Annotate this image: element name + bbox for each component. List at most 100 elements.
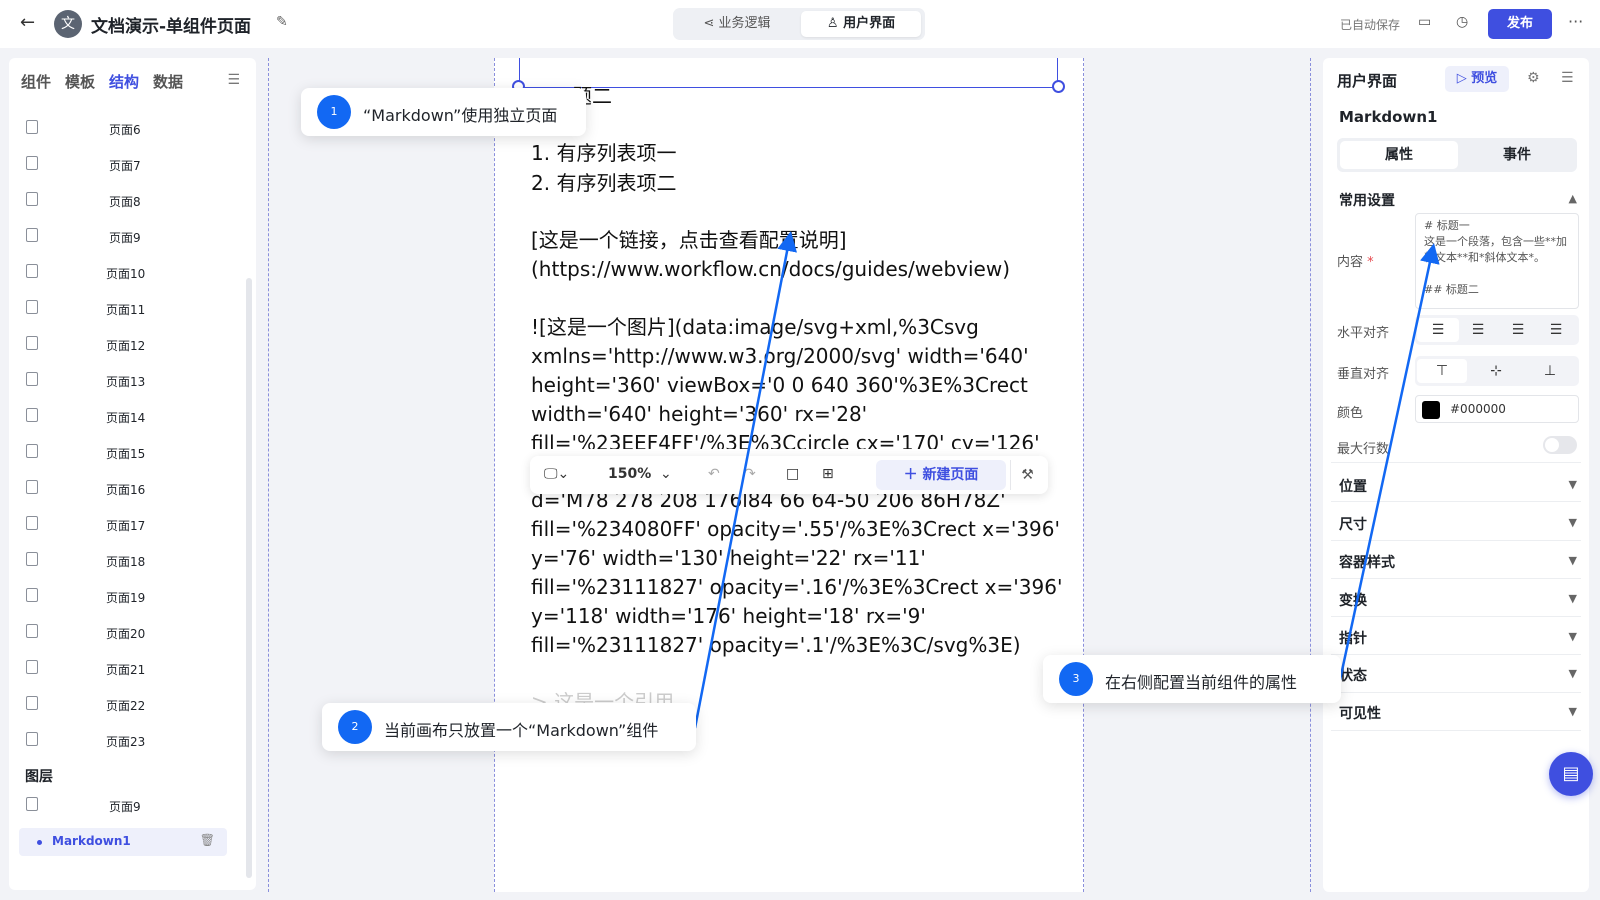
autosave-status: 已自动保存 [1340, 18, 1401, 32]
page-icon [26, 624, 38, 638]
callout-text: 在右侧配置当前组件的属性 [1105, 673, 1298, 692]
section-position[interactable]: 位置 [1339, 476, 1367, 496]
section-common-settings[interactable]: 常用设置 [1339, 190, 1395, 210]
align-right-icon[interactable]: ☰ [1497, 318, 1539, 342]
page-icon [26, 192, 38, 206]
page-list-item[interactable]: 页面6 [9, 114, 246, 144]
frame-icon[interactable]: □ [786, 466, 799, 482]
content-textarea[interactable]: # 标题一 这是一个段落，包含一些**加粗文本**和*斜体文本*。 ## 标题二 [1415, 213, 1579, 309]
redo-icon[interactable]: ↷ [744, 466, 756, 482]
page-list-item[interactable]: 页面9 [9, 222, 246, 252]
page-list-item[interactable]: 页面21 [9, 654, 246, 684]
section-state[interactable]: 状态 [1339, 665, 1367, 685]
publish-button[interactable]: 发布 [1488, 9, 1552, 39]
callout-text: 当前画布只放置一个“Markdown”组件 [384, 721, 659, 740]
divider [1331, 578, 1581, 579]
page-list-item[interactable]: 页面10 [9, 258, 246, 288]
chevron-down-icon[interactable]: ▼ [1569, 667, 1577, 680]
new-page-button[interactable]: ＋ 新建页面 [876, 460, 1006, 490]
markdown-line: 2. 有序列表项二 [531, 171, 677, 195]
tab-events[interactable]: 事件 [1458, 141, 1576, 169]
page-list-item[interactable]: 页面8 [9, 186, 246, 216]
page-list-item[interactable]: 页面22 [9, 690, 246, 720]
markdown-line: 1. 有序列表项一 [531, 141, 677, 165]
callout-text: “Markdown”使用独立页面 [363, 106, 558, 125]
zoom-select[interactable]: 150% [608, 466, 651, 482]
tab-business-logic[interactable]: ⋖ 业务逻辑 [677, 11, 797, 37]
more-icon[interactable]: ··· [1568, 12, 1583, 31]
section-transform[interactable]: 变换 [1339, 590, 1367, 610]
outline-menu-icon[interactable]: ☰ [1561, 70, 1574, 86]
tab-data[interactable]: 数据 [153, 71, 183, 92]
valign-middle-icon[interactable]: ⊹ [1471, 359, 1521, 383]
page-icon [26, 300, 38, 314]
markdown-line: y='118' width='176' height='18' rx='9' [531, 604, 926, 628]
chevron-down-icon[interactable]: ▼ [1569, 478, 1577, 491]
align-center-icon[interactable]: ☰ [1457, 318, 1499, 342]
assistant-fab-icon[interactable]: ▤ [1549, 752, 1593, 796]
collapse-menu-icon[interactable]: ☰ [227, 72, 240, 88]
page-list-item[interactable]: 页面11 [9, 294, 246, 324]
section-pointer[interactable]: 指针 [1339, 628, 1367, 648]
wrench-icon[interactable]: ⚒ [1010, 460, 1044, 490]
chevron-down-icon[interactable]: ▼ [1569, 592, 1577, 605]
page-list-item[interactable]: 页面19 [9, 582, 246, 612]
chevron-up-icon[interactable]: ▲ [1569, 192, 1577, 205]
grid-icon[interactable]: ⊞ [822, 466, 834, 482]
align-justify-icon[interactable]: ☰ [1535, 318, 1577, 342]
color-swatch[interactable] [1422, 401, 1440, 419]
align-left-icon[interactable]: ☰ [1417, 318, 1459, 342]
valign-top-icon[interactable]: ⊤ [1417, 359, 1467, 383]
undo-icon[interactable]: ↶ [708, 466, 720, 482]
divider [1331, 730, 1581, 731]
chevron-down-icon[interactable]: ▼ [1569, 554, 1577, 567]
markdown-line: ![这是一个图片](data:image/svg+xml,%3Csvg [531, 315, 979, 339]
page-list-item[interactable]: 页面13 [9, 366, 246, 396]
tab-properties[interactable]: 属性 [1340, 141, 1458, 169]
page-list-item[interactable]: 页面16 [9, 474, 246, 504]
page-list-item[interactable]: 页面20 [9, 618, 246, 648]
page-list-item[interactable]: 页面17 [9, 510, 246, 540]
preview-button[interactable]: ▷ 预览 [1445, 66, 1509, 92]
halign-group: ☰ ☰ ☰ ☰ [1415, 315, 1579, 345]
page-icon [26, 120, 38, 134]
callout-number: 3 [1059, 662, 1093, 696]
color-picker[interactable]: #000000 [1415, 395, 1579, 423]
edit-pencil-icon[interactable]: ✎ [276, 14, 288, 30]
valign-bottom-icon[interactable]: ⊥ [1525, 359, 1575, 383]
chevron-down-icon[interactable]: ▼ [1569, 630, 1577, 643]
save-icon[interactable]: ▭ [1418, 14, 1431, 30]
page-list-item[interactable]: 页面15 [9, 438, 246, 468]
page-list-item[interactable]: 页面7 [9, 150, 246, 180]
tab-user-interface[interactable]: ♙ 用户界面 [801, 11, 921, 37]
tab-components[interactable]: 组件 [21, 71, 51, 92]
history-icon[interactable]: ◷ [1456, 14, 1468, 30]
max-lines-toggle[interactable] [1543, 436, 1577, 454]
callout-number: 2 [338, 710, 372, 744]
page-icon [26, 480, 38, 494]
left-scrollbar[interactable] [246, 278, 252, 878]
tab-templates[interactable]: 模板 [65, 71, 95, 92]
resize-handle-right[interactable] [1052, 80, 1065, 93]
trash-icon[interactable]: 🗑 [200, 833, 215, 847]
page-list-item[interactable]: 页面23 [9, 726, 246, 756]
markdown-line: fill='%23EEF4FF'/%3E%3Ccircle cx='170' c… [531, 431, 1040, 449]
section-size[interactable]: 尺寸 [1339, 514, 1367, 534]
page-list-item[interactable]: 页面18 [9, 546, 246, 576]
layer-page-item[interactable]: 页面9 [9, 791, 246, 821]
canvas-toolbar: 🖵⌄ 150% ⌄ ↶ ↷ □ ⊞ ＋ 新建页面 ⚒ [530, 456, 1048, 494]
section-container-style[interactable]: 容器样式 [1339, 552, 1395, 572]
settings-gear-icon[interactable]: ⚙ [1527, 70, 1540, 86]
chevron-down-icon[interactable]: ⌄ [660, 466, 672, 482]
plus-icon: ＋ [903, 467, 923, 483]
page-list-item[interactable]: 页面14 [9, 402, 246, 432]
tab-structure[interactable]: 结构 [109, 71, 139, 92]
page-list-item[interactable]: 页面12 [9, 330, 246, 360]
section-visibility[interactable]: 可见性 [1339, 703, 1381, 723]
layer-markdown1[interactable]: Markdown1 🗑 [19, 828, 227, 856]
device-monitor-icon[interactable]: 🖵⌄ [544, 466, 569, 482]
back-arrow-icon[interactable]: ← [20, 12, 35, 33]
chevron-down-icon[interactable]: ▼ [1569, 705, 1577, 718]
markdown-line: (https://www.workflow.cn/docs/guides/web… [531, 257, 1010, 281]
chevron-down-icon[interactable]: ▼ [1569, 516, 1577, 529]
